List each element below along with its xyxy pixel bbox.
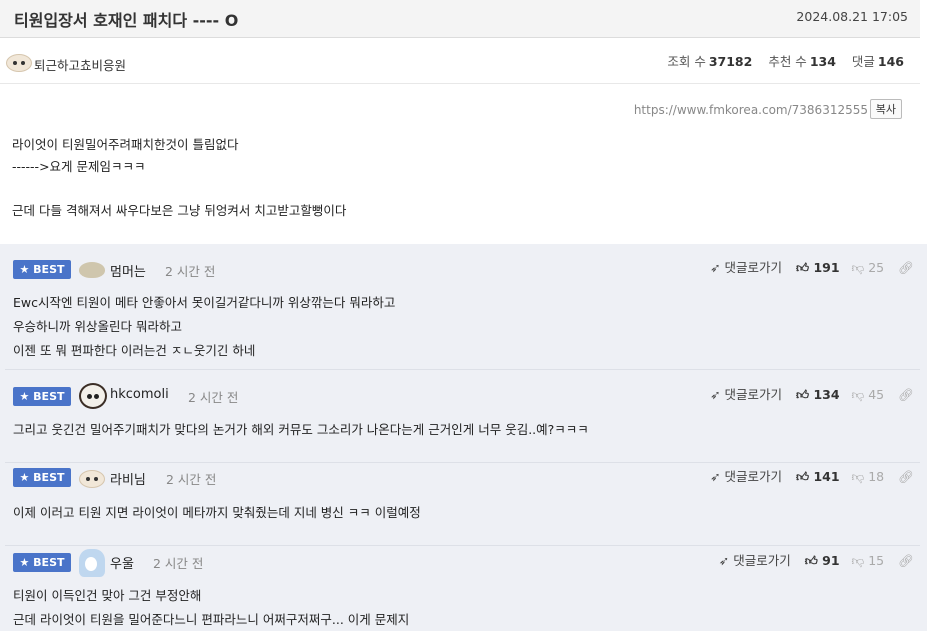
downvote-count: 25 [868,260,885,275]
author-avatar[interactable] [6,54,32,72]
downvote-count: 18 [868,469,885,484]
commenter-name[interactable]: 멈머는 [110,261,146,280]
upvote-button[interactable]: 👍︎ 134 [796,387,840,402]
commenter-avatar[interactable] [79,262,105,278]
comment-item: ★ BEST 우울 2 시간 전 ➶ 댓글로가기 👍︎ 91 👎︎ 15 🔗︎ … [5,547,920,631]
downvote-count: 45 [868,387,885,402]
downvote-button[interactable]: 👎︎ 15 [852,553,885,568]
views-label: 조회 수 [667,54,706,69]
commenter-avatar[interactable] [79,549,105,577]
commenter-name[interactable]: hkcomoli [110,387,169,402]
link-icon[interactable]: 🔗︎ [898,553,914,568]
thumb-down-icon: 👎︎ [851,387,865,402]
comment-item: ★ BEST 라비님 2 시간 전 ➶ 댓글로가기 👍︎ 141 👎︎ 18 🔗… [5,464,920,546]
best-badge: ★ BEST [13,468,71,487]
comment-time: 2 시간 전 [153,556,204,571]
thumb-down-icon: 👎︎ [851,260,865,275]
comment-actions: ➶ 댓글로가기 👍︎ 141 👎︎ 18 🔗︎ [710,466,914,485]
comment-text: Ewc시작엔 티원이 메타 안좋아서 못이길거같다니까 위상깎는다 뭐라하고 [13,295,396,310]
upvote-button[interactable]: 👍︎ 141 [796,469,840,484]
author-row: 퇴근하고쵸비응원 조회 수 37182 추천 수 134 댓글 146 [0,40,920,84]
comment-time: 2 시간 전 [165,264,216,279]
downvote-count: 15 [868,553,885,568]
commenter-avatar[interactable] [79,470,105,488]
reply-label: 댓글로가기 [724,260,783,275]
comment-actions: ➶ 댓글로가기 👍︎ 91 👎︎ 15 🔗︎ [719,550,914,569]
recommends-count: 134 [809,54,836,69]
comment-text: 이제 이러고 티원 지면 라이엇이 메타까지 맞춰줬는데 지네 병신 ㅋㅋ 이럴… [13,505,421,520]
reply-link[interactable]: ➶ 댓글로가기 [710,387,782,402]
best-badge: ★ BEST [13,387,71,406]
copy-url-button[interactable]: 복사 [869,99,902,119]
comment-item: ★ BEST 멈머는 2 시간 전 ➶ 댓글로가기 👍︎ 191 👎︎ 25 🔗… [5,244,920,370]
comment-actions: ➶ 댓글로가기 👍︎ 134 👎︎ 45 🔗︎ [710,384,914,403]
post-stats: 조회 수 37182 추천 수 134 댓글 146 [667,51,904,70]
comment-text: 우승하니까 위상올린다 뭐라하고 [13,319,182,334]
comment-text: 이젠 또 뭐 편파한다 이러는건 ㅈㄴ웃기긴 하네 [13,343,256,358]
comment-text: 티원이 이득인건 맞아 그건 부정안해 [13,588,202,603]
body-line: 라이엇이 티원밀어주려패치한것이 틀림없다 [12,137,239,152]
reply-link[interactable]: ➶ 댓글로가기 [710,260,782,275]
comment-time: 2 시간 전 [166,472,217,487]
views-count: 37182 [708,54,753,69]
downvote-button[interactable]: 👎︎ 45 [852,387,885,402]
author-name[interactable]: 퇴근하고쵸비응원 [34,55,126,74]
commenter-name[interactable]: 우울 [110,553,134,572]
best-badge: ★ BEST [13,260,71,279]
reply-label: 댓글로가기 [724,469,783,484]
upvote-button[interactable]: 👍︎ 191 [796,260,840,275]
comment-list: ★ BEST 멈머는 2 시간 전 ➶ 댓글로가기 👍︎ 191 👎︎ 25 🔗… [0,244,927,631]
source-url[interactable]: https://www.fmkorea.com/7386312555 [634,103,868,117]
post-title: 티원입장서 호재인 패치다 ---- O [14,11,239,30]
comments-count: 146 [877,54,904,69]
comment-time: 2 시간 전 [188,390,239,405]
recommends-stat: 추천 수 134 [768,54,836,69]
downvote-button[interactable]: 👎︎ 25 [852,260,885,275]
link-icon[interactable]: 🔗︎ [898,260,914,275]
downvote-button[interactable]: 👎︎ 18 [852,469,885,484]
thumb-down-icon: 👎︎ [851,469,865,484]
thumb-up-icon: 👍︎ [796,260,810,275]
best-badge: ★ BEST [13,553,71,572]
post-header: 티원입장서 호재인 패치다 ---- O 2024.08.21 17:05 [0,0,920,38]
reply-link[interactable]: ➶ 댓글로가기 [719,553,791,568]
upvote-count: 141 [813,469,840,484]
reply-label: 댓글로가기 [724,387,783,402]
comments-label: 댓글 [851,54,875,69]
commenter-avatar[interactable] [79,383,107,409]
upvote-count: 134 [813,387,840,402]
upvote-count: 91 [822,553,840,568]
link-icon[interactable]: 🔗︎ [898,387,914,402]
comments-stat[interactable]: 댓글 146 [852,54,904,69]
comment-text: 그리고 웃긴건 밀어주기패치가 맞다의 논거가 해외 커뮤도 그소리가 나온다는… [13,422,589,437]
upvote-button[interactable]: 👍︎ 91 [805,553,840,568]
recommends-label: 추천 수 [768,54,807,69]
post-date: 2024.08.21 17:05 [796,9,908,24]
body-line: ------>요게 문제임ㅋㅋㅋ [12,159,146,174]
commenter-name[interactable]: 라비님 [110,469,146,488]
reply-link[interactable]: ➶ 댓글로가기 [710,469,782,484]
body-line: 근데 다들 격해져서 싸우다보은 그냥 뒤엉켜서 치고받고할뻥이다 [12,203,347,218]
comment-item: ★ BEST hkcomoli 2 시간 전 ➶ 댓글로가기 👍︎ 134 👎︎… [5,371,920,463]
thumb-down-icon: 👎︎ [851,553,865,568]
link-icon[interactable]: 🔗︎ [898,469,914,484]
thumb-up-icon: 👍︎ [796,469,810,484]
thumb-up-icon: 👍︎ [804,553,818,568]
views-stat: 조회 수 37182 [667,54,752,69]
reply-label: 댓글로가기 [733,553,791,568]
post-content: https://www.fmkorea.com/7386312555 복사 라이… [0,86,920,224]
comment-text: 근데 라이엇이 티원을 밀어준다느니 편파라느니 어쩌구저쩌구... 이게 문제… [13,612,410,627]
comment-actions: ➶ 댓글로가기 👍︎ 191 👎︎ 25 🔗︎ [710,257,914,276]
thumb-up-icon: 👍︎ [796,387,810,402]
upvote-count: 191 [813,260,840,275]
